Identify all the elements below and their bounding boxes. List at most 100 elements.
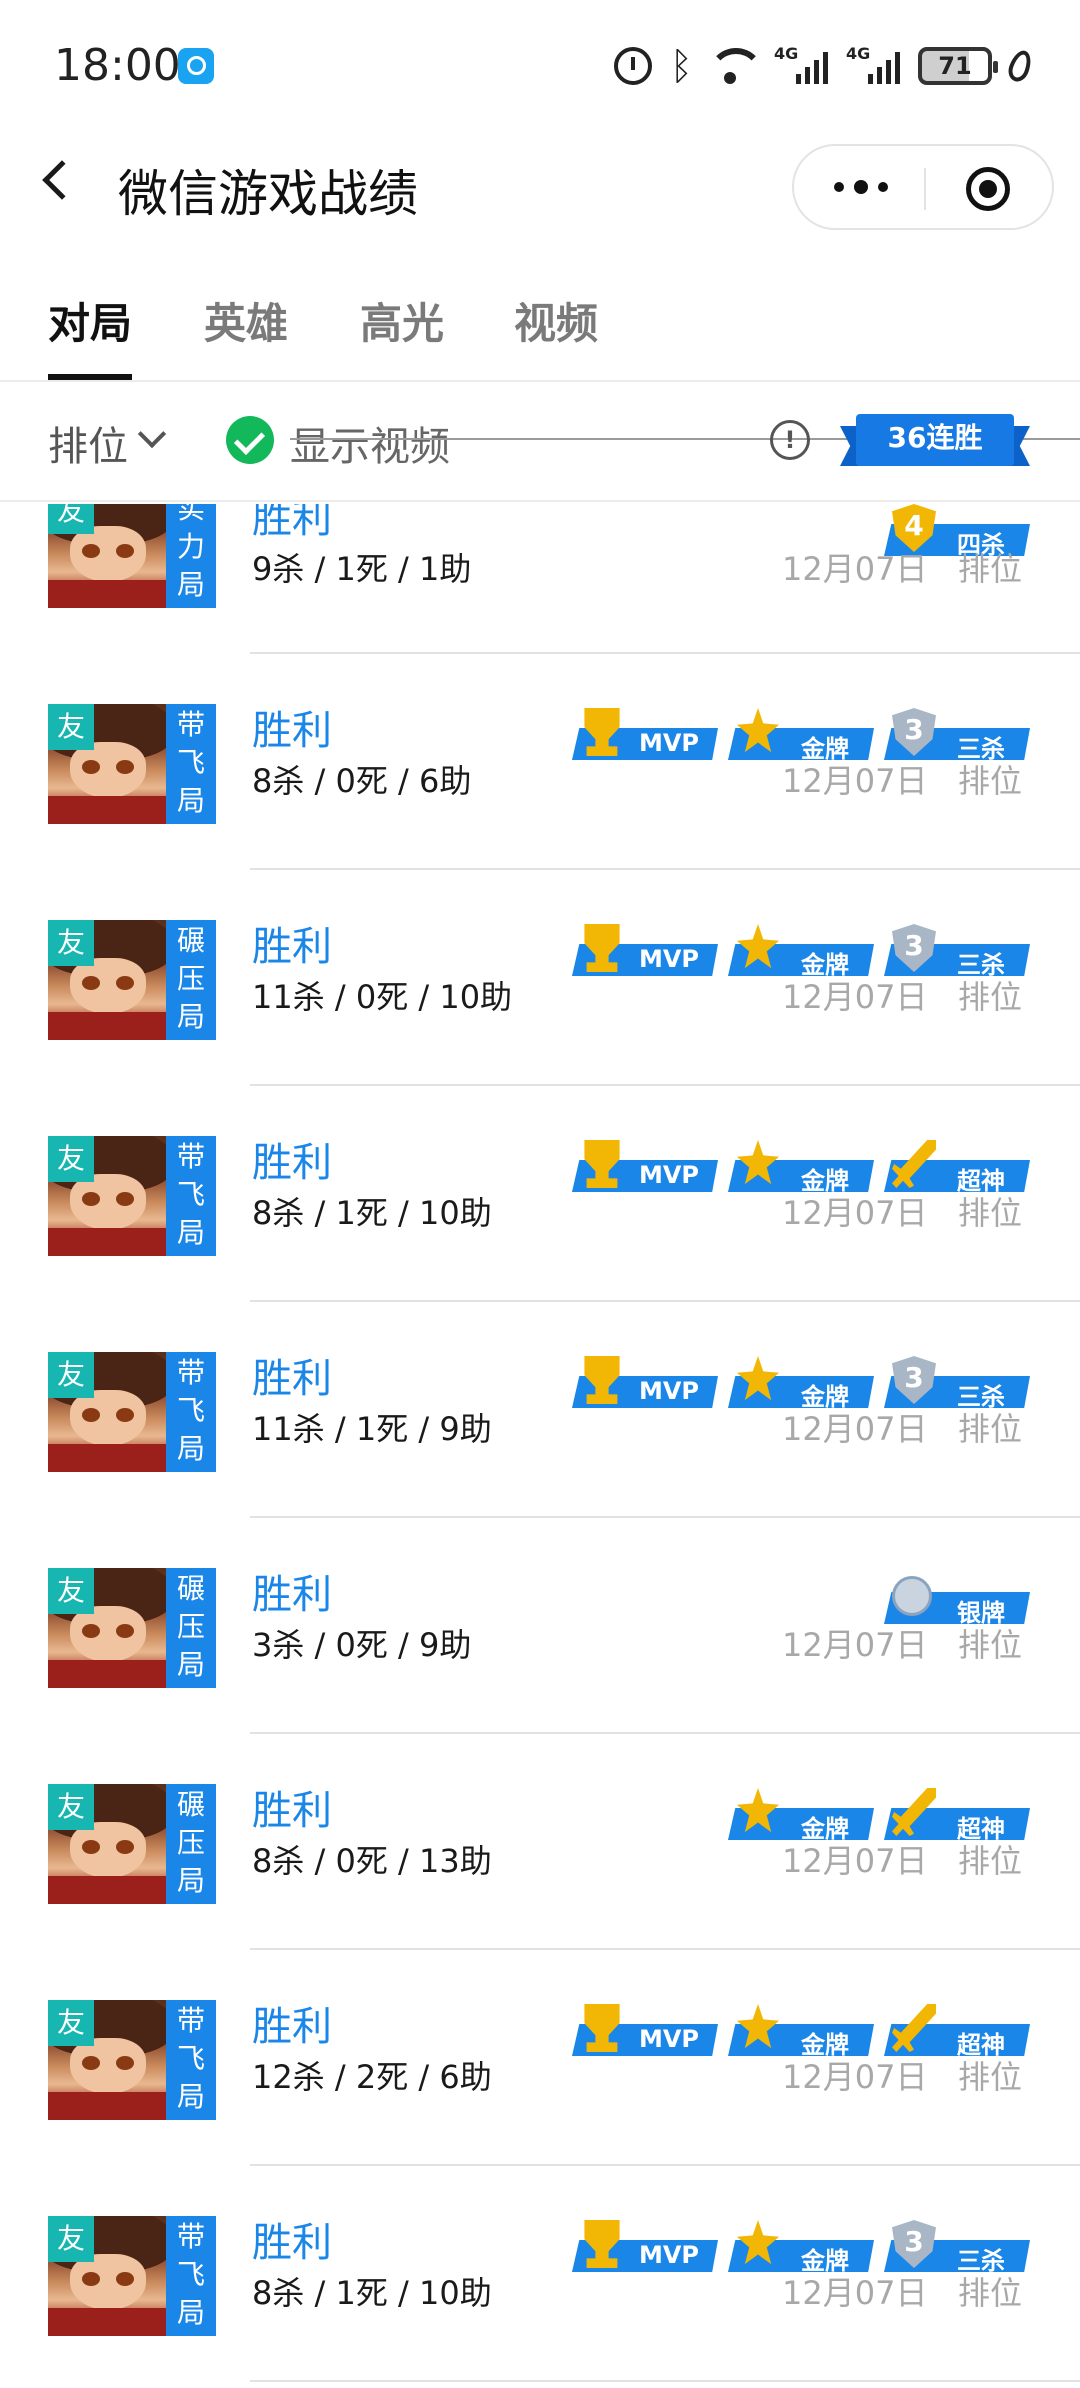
- tab-matches[interactable]: 对局: [48, 290, 132, 351]
- battery-level: 71: [938, 52, 972, 80]
- close-mini-program-icon[interactable]: [966, 167, 1010, 211]
- match-kda: 8杀 / 1死 / 10助: [252, 2274, 492, 2312]
- match-mode-tag: 带飞局: [166, 2000, 216, 2120]
- match-row[interactable]: 友 带飞局 胜利 8杀 / 1死 / 10助 MVP 金牌: [0, 2166, 1080, 2382]
- hero-thumbnail[interactable]: 友 带飞局: [48, 1352, 216, 1472]
- friend-tag: 友: [48, 1784, 94, 1830]
- match-result: 胜利: [252, 1140, 332, 1186]
- friend-tag: 友: [48, 2000, 94, 2046]
- capsule-divider: [924, 168, 926, 210]
- match-date: 12月07日: [782, 1842, 928, 1880]
- match-mode-tag: 带飞局: [166, 1352, 216, 1472]
- hero-thumbnail[interactable]: 友 带飞局: [48, 2216, 216, 2336]
- mini-program-capsule: [792, 144, 1054, 230]
- wifi-icon: [708, 46, 764, 86]
- match-row[interactable]: 友 碾压局 胜利 11杀 / 0死 / 10助 MVP 金牌 3 三杀 12月0…: [0, 870, 1080, 1086]
- battery-icon: 71: [918, 47, 998, 85]
- match-date: 12月07日: [782, 1410, 928, 1448]
- hero-thumbnail[interactable]: 友 实力局: [48, 504, 216, 608]
- match-mode-tag: 带飞局: [166, 2216, 216, 2336]
- tab-videos[interactable]: 视频: [514, 290, 598, 351]
- silver-medal-icon: [892, 1576, 932, 1616]
- match-date: 12月07日: [782, 978, 928, 1016]
- badge-group: MVP 金牌 超神: [572, 2004, 1030, 2059]
- badge-mvp: MVP: [572, 924, 718, 976]
- badge-group: 金牌 超神: [728, 1788, 1030, 1843]
- match-mode: 排位: [958, 1626, 1023, 1664]
- hero-thumbnail[interactable]: 友 带飞局: [48, 2000, 216, 2120]
- friend-tag: 友: [48, 2216, 94, 2262]
- info-icon[interactable]: !: [770, 420, 810, 460]
- badge-group: MVP 金牌 3 三杀: [572, 1356, 1030, 1411]
- match-mode: 排位: [958, 1842, 1023, 1880]
- match-date: 12月07日: [782, 762, 928, 800]
- friend-tag: 友: [48, 1568, 94, 1614]
- badge-label: MVP: [638, 729, 700, 757]
- check-icon[interactable]: [226, 416, 274, 464]
- status-time: 18:00: [54, 40, 181, 91]
- match-row[interactable]: 友 带飞局 胜利 8杀 / 0死 / 6助 MVP 金牌 3 三杀 12月07日…: [0, 654, 1080, 870]
- badge-label: MVP: [638, 2241, 700, 2269]
- match-mode-tag: 带飞局: [166, 1136, 216, 1256]
- alarm-icon: [614, 47, 652, 85]
- show-video-toggle[interactable]: 显示视频: [290, 414, 450, 472]
- hero-thumbnail[interactable]: 友 碾压局: [48, 920, 216, 1040]
- match-result: 胜利: [252, 708, 332, 754]
- match-mode-tag: 实力局: [166, 504, 216, 608]
- match-list[interactable]: 友 实力局 胜利 9杀 / 1死 / 1助 4 四杀 12月07日 排位 友 带…: [0, 504, 1080, 2388]
- match-row[interactable]: 友 带飞局 胜利 11杀 / 1死 / 9助 MVP 金牌 3 三杀 12月07…: [0, 1302, 1080, 1518]
- match-result: 胜利: [252, 2220, 332, 2266]
- badge-mvp: MVP: [572, 2004, 718, 2056]
- badge-mvp: MVP: [572, 708, 718, 760]
- match-mode: 排位: [958, 550, 1023, 588]
- match-date: 12月07日: [782, 550, 928, 588]
- badge-group: MVP 金牌 3 三杀: [572, 924, 1030, 979]
- signal-4g-icon: 4G: [846, 44, 900, 84]
- badge-mvp: MVP: [572, 1356, 718, 1408]
- tab-heroes[interactable]: 英雄: [204, 290, 288, 351]
- title-bar: 微信游戏战绩: [0, 130, 1080, 240]
- status-icons: 4G 4G 71: [614, 44, 1035, 88]
- match-row[interactable]: 友 带飞局 胜利 12杀 / 2死 / 6助 MVP 金牌 超神 12月07日 …: [0, 1950, 1080, 2166]
- match-mode: 排位: [958, 2274, 1023, 2312]
- streak-ribbon: 36连胜: [840, 408, 1030, 474]
- match-kda: 8杀 / 0死 / 13助: [252, 1842, 492, 1880]
- match-kda: 11杀 / 0死 / 10助: [252, 978, 513, 1016]
- chevron-down-icon[interactable]: [137, 419, 167, 449]
- match-row[interactable]: 友 实力局 胜利 9杀 / 1死 / 1助 4 四杀 12月07日 排位: [0, 504, 1080, 654]
- more-icon[interactable]: [832, 176, 892, 196]
- streak-label: 36连胜: [887, 421, 983, 454]
- friend-tag: 友: [48, 1136, 94, 1182]
- match-mode-tag: 带飞局: [166, 704, 216, 824]
- filter-bar: 排位 显示视频 ! 36连胜: [0, 384, 1080, 502]
- badge-label: MVP: [638, 945, 700, 973]
- badge-label: MVP: [638, 1377, 700, 1405]
- match-date: 12月07日: [782, 2274, 928, 2312]
- rank-filter-dropdown[interactable]: 排位: [48, 414, 128, 472]
- app-notification-icon: [178, 48, 214, 84]
- match-mode: 排位: [958, 978, 1023, 1016]
- badge-mvp: MVP: [572, 2220, 718, 2272]
- friend-tag: 友: [48, 704, 94, 750]
- hero-thumbnail[interactable]: 友 带飞局: [48, 704, 216, 824]
- match-row[interactable]: 友 带飞局 胜利 8杀 / 1死 / 10助 MVP 金牌: [0, 1086, 1080, 1302]
- tab-highlights[interactable]: 高光: [360, 290, 444, 351]
- badge-group: 银牌: [884, 1574, 1030, 1627]
- friend-tag: 友: [48, 504, 94, 534]
- match-mode-tag: 碾压局: [166, 1568, 216, 1688]
- badge-group: MVP 金牌 超神: [572, 1140, 1030, 1195]
- match-result: 胜利: [252, 504, 332, 542]
- back-icon[interactable]: [42, 160, 82, 200]
- match-row[interactable]: 友 碾压局 胜利 3杀 / 0死 / 9助 银牌 12月07日 排位: [0, 1518, 1080, 1734]
- match-result: 胜利: [252, 2004, 332, 2050]
- hero-thumbnail[interactable]: 友 带飞局: [48, 1136, 216, 1256]
- hero-thumbnail[interactable]: 友 碾压局: [48, 1784, 216, 1904]
- active-tab-indicator: [48, 374, 132, 380]
- match-row[interactable]: 友 碾压局 胜利 8杀 / 0死 / 13助 金牌 超神 12月07日 排位: [0, 1734, 1080, 1950]
- match-kda: 12杀 / 2死 / 6助: [252, 2058, 492, 2096]
- match-result: 胜利: [252, 1788, 332, 1834]
- match-date: 12月07日: [782, 2058, 928, 2096]
- page-title: 微信游戏战绩: [118, 165, 418, 223]
- badge-group: MVP 金牌 3 三杀: [572, 708, 1030, 763]
- hero-thumbnail[interactable]: 友 碾压局: [48, 1568, 216, 1688]
